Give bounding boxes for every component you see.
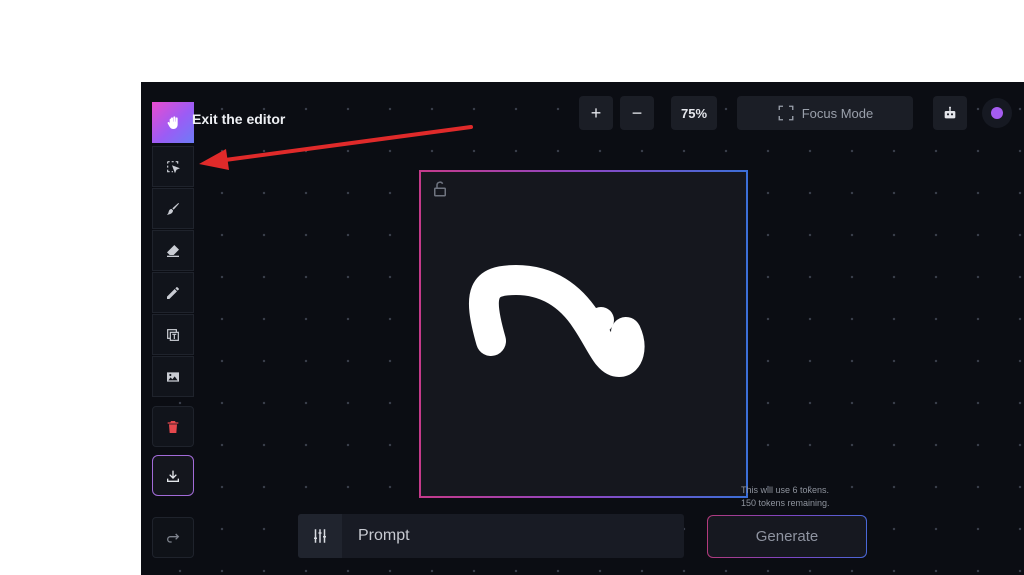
token-usage-note: This will use 6 tokens. 150 tokens remai… bbox=[741, 484, 830, 510]
generate-button[interactable]: Generate bbox=[707, 515, 867, 558]
redo-icon bbox=[167, 533, 180, 543]
select-cursor-icon bbox=[167, 160, 180, 173]
eraser-icon bbox=[167, 244, 179, 257]
delete-tool[interactable] bbox=[152, 406, 194, 447]
drawn-stroke bbox=[468, 265, 645, 377]
exit-editor-label: Exit the editor bbox=[192, 111, 286, 127]
focus-frame-icon bbox=[778, 105, 794, 121]
robot-icon bbox=[944, 106, 956, 119]
prompt-bar bbox=[298, 514, 684, 558]
trash-icon bbox=[167, 420, 179, 433]
editor-workspace: Exit the editor + − 75% Focus Mode This … bbox=[141, 82, 1024, 575]
zoom-level[interactable]: 75% bbox=[671, 96, 717, 130]
brush-tool[interactable] bbox=[152, 188, 194, 229]
redo-tool[interactable] bbox=[152, 517, 194, 558]
avatar-dot bbox=[991, 107, 1003, 119]
sliders-icon bbox=[314, 529, 326, 543]
token-remaining-line: 150 tokens remaining. bbox=[741, 498, 830, 508]
hand-tool[interactable] bbox=[152, 102, 194, 143]
image-icon bbox=[167, 371, 179, 382]
brush-icon bbox=[167, 202, 179, 215]
zoom-in-button[interactable]: + bbox=[579, 96, 613, 130]
download-icon bbox=[167, 470, 179, 482]
robot-button[interactable] bbox=[933, 96, 967, 130]
token-usage-line: This will use 6 tokens. bbox=[741, 485, 830, 495]
focus-mode-label: Focus Mode bbox=[801, 105, 874, 121]
pencil-tool[interactable] bbox=[152, 272, 194, 313]
hand-icon bbox=[167, 115, 178, 129]
focus-mode-button[interactable]: Focus Mode bbox=[737, 96, 913, 130]
eraser-tool[interactable] bbox=[152, 230, 194, 271]
download-tool[interactable] bbox=[152, 455, 194, 496]
pencil-icon bbox=[167, 286, 179, 299]
user-avatar[interactable] bbox=[982, 98, 1012, 128]
text-icon bbox=[167, 328, 179, 341]
zoom-out-button[interactable]: − bbox=[620, 96, 654, 130]
image-tool[interactable] bbox=[152, 356, 194, 397]
canvas-frame[interactable] bbox=[419, 170, 748, 498]
prompt-settings-button[interactable] bbox=[298, 514, 342, 558]
select-tool[interactable] bbox=[152, 146, 194, 187]
prompt-input[interactable] bbox=[356, 526, 660, 546]
text-tool[interactable] bbox=[152, 314, 194, 355]
